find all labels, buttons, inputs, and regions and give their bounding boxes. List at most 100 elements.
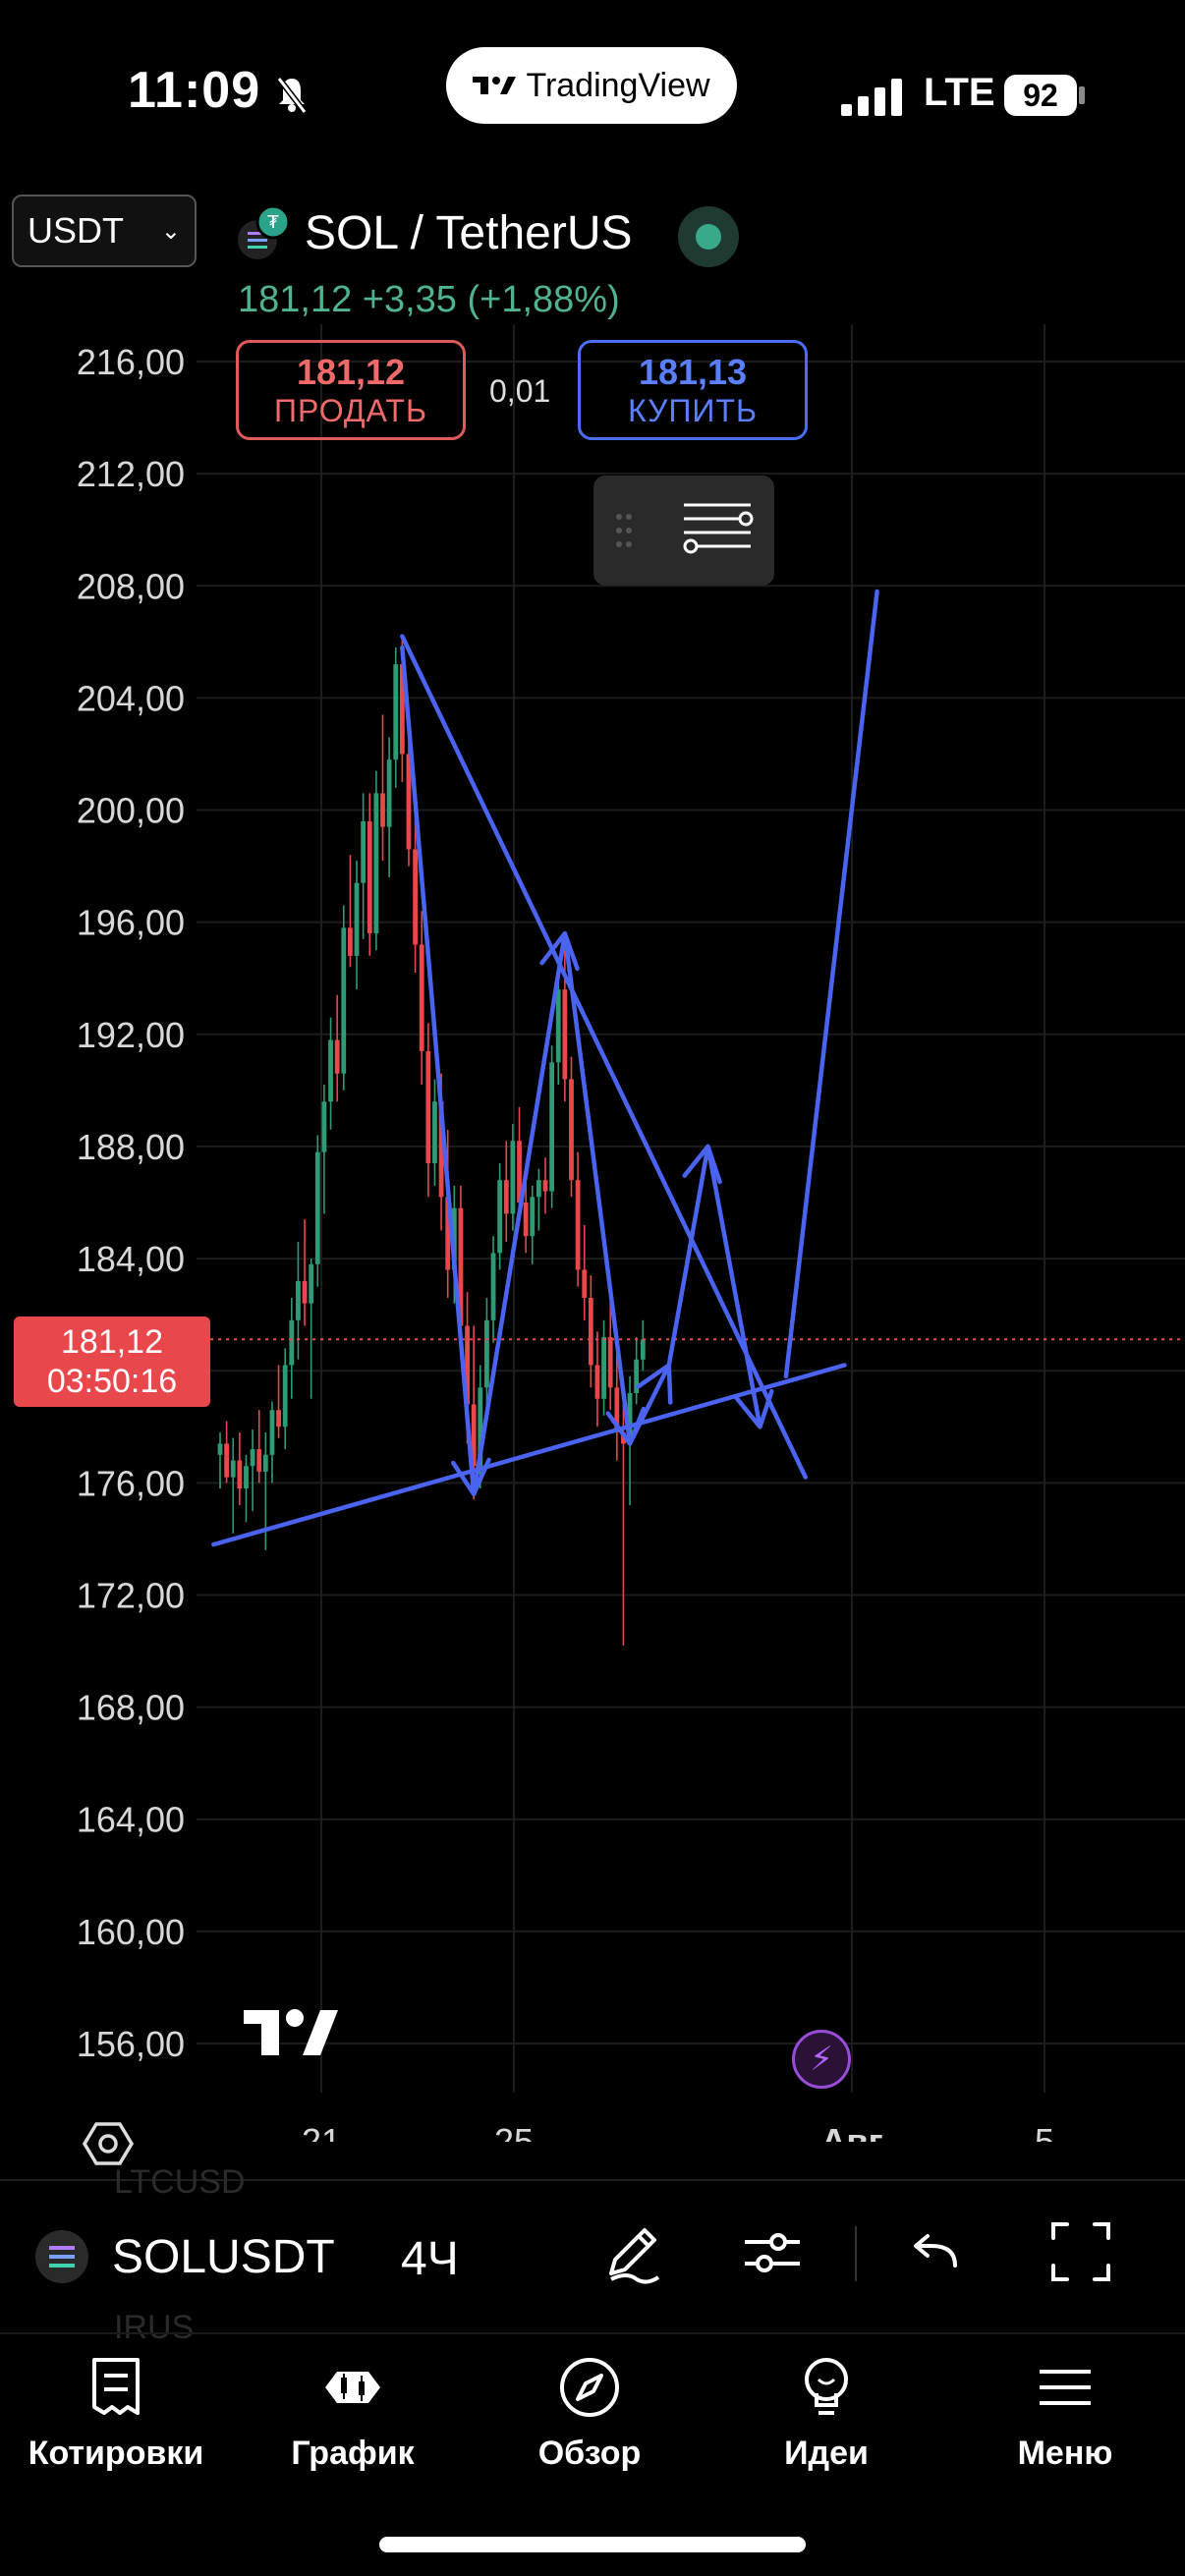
y-tick-label: 168,00 — [77, 1688, 185, 1728]
y-tick-label: 164,00 — [77, 1800, 185, 1840]
candle-countdown: 03:50:16 — [46, 1363, 178, 1400]
home-indicator — [379, 2537, 806, 2552]
compass-icon — [560, 2358, 619, 2417]
candle-down — [607, 1336, 613, 1388]
candle-up — [484, 1319, 489, 1388]
y-tick-label: 176,00 — [77, 1463, 185, 1503]
tab-ideas[interactable]: Идеи — [728, 2348, 925, 2473]
y-tick-label: 188,00 — [77, 1127, 185, 1167]
candle-down — [276, 1410, 281, 1428]
app-pill-label: TradingView — [526, 66, 710, 104]
lightbulb-icon — [805, 2358, 848, 2415]
price-chart[interactable]: 216,00 212,00 208,00 204,00 200,00 196,00 192,… — [0, 295, 1185, 2142]
tradingview-logo-icon — [473, 77, 517, 94]
candle-down — [367, 820, 372, 934]
tab-overview[interactable]: Обзор — [491, 2348, 688, 2473]
tab-menu[interactable]: Меню — [967, 2348, 1163, 2473]
symbol-selector[interactable]: SOLUSDT — [112, 2230, 335, 2284]
bell-muted-icon — [277, 77, 307, 114]
candle-up — [269, 1410, 275, 1455]
candle-up — [536, 1180, 541, 1198]
timeframe-selector[interactable]: 4Ч — [401, 2232, 459, 2286]
market-status-dot[interactable] — [678, 206, 739, 267]
candle-up — [640, 1339, 646, 1360]
trend-line — [211, 1363, 847, 1547]
y-tick-label: 160,00 — [77, 1912, 185, 1952]
candle-down — [413, 849, 418, 945]
ghost-symbol-above: LTCUSD — [114, 2163, 246, 2201]
candle-up — [361, 820, 367, 883]
price-change-line: 181,12 +3,35 (+1,88%) — [238, 279, 620, 320]
current-price-tag: 181,12 03:50:16 — [14, 1316, 210, 1407]
candle-down — [237, 1460, 243, 1489]
candle-down — [523, 1203, 529, 1237]
candle-up — [530, 1197, 536, 1237]
candle-up — [328, 1039, 333, 1102]
y-tick-label: 192,00 — [77, 1015, 185, 1055]
candle-up — [490, 1253, 496, 1320]
candle-down — [348, 927, 353, 956]
y-tick-label: 216,00 — [77, 342, 185, 382]
y-tick-label: 200,00 — [77, 791, 185, 831]
indicators-panel-button[interactable] — [593, 476, 774, 586]
tab-chart[interactable]: График — [254, 2348, 451, 2473]
candle-up — [244, 1466, 249, 1489]
candle-up — [217, 1443, 223, 1455]
x-tick-label: 5 — [1035, 2121, 1054, 2142]
candle-up — [296, 1280, 301, 1320]
candle-up — [373, 793, 379, 934]
sell-price: 181,12 — [296, 351, 406, 392]
tab-quotes[interactable]: Котировки — [18, 2348, 214, 2473]
currency-value: USDT — [28, 210, 124, 251]
status-time: 11:09 — [128, 62, 261, 119]
x-tick-label: 25 — [494, 2121, 534, 2142]
candle-up — [432, 1101, 437, 1164]
candle-up — [393, 664, 399, 760]
currency-select[interactable]: USDT ⌄ — [12, 195, 197, 267]
candle-down — [542, 1180, 548, 1192]
sell-button[interactable]: 181,12 ПРОДАТЬ — [236, 340, 466, 440]
candle-up — [250, 1449, 255, 1467]
candle-down — [582, 1269, 588, 1299]
battery-indicator: 92 — [1004, 75, 1077, 116]
tab-label: Меню — [1017, 2435, 1113, 2472]
candle-up — [601, 1336, 606, 1399]
symbol-coin-icon[interactable] — [35, 2230, 88, 2283]
sol-usdt-coin-icon[interactable]: ₮ — [236, 204, 293, 261]
candle-down — [569, 1079, 574, 1181]
tab-label: Идеи — [784, 2435, 869, 2472]
chart-settings-icon[interactable] — [83, 2118, 134, 2169]
fullscreen-icon[interactable] — [1045, 2216, 1116, 2287]
undo-icon[interactable] — [902, 2216, 973, 2287]
pair-title[interactable]: SOL / TetherUS — [305, 206, 633, 260]
y-tick-label: 196,00 — [77, 903, 185, 943]
candle-down — [562, 989, 568, 1080]
candle-down — [594, 1365, 600, 1399]
candle-down — [425, 1050, 431, 1164]
candle-up — [341, 927, 347, 1074]
candle-up — [321, 1101, 327, 1152]
buy-button[interactable]: 181,13 КУПИТЬ — [578, 340, 808, 440]
candle-down — [256, 1449, 262, 1472]
candle-down — [503, 1180, 509, 1214]
hamburger-menu-icon — [1040, 2370, 1091, 2405]
candle-up — [510, 1141, 516, 1214]
x-tick-label: 21 — [302, 2121, 341, 2142]
candle-up — [282, 1365, 288, 1428]
signal-icon — [841, 79, 902, 116]
x-tick-label: Авг — [820, 2121, 882, 2142]
tab-label: Обзор — [537, 2435, 642, 2472]
candle-down — [419, 944, 424, 1051]
candle-up — [497, 1180, 503, 1254]
tradingview-pill[interactable]: TradingView — [446, 47, 737, 124]
indicators-sliders-icon[interactable] — [737, 2216, 808, 2287]
candle-down — [224, 1443, 230, 1478]
quotes-list-icon — [92, 2358, 140, 2415]
y-tick-label: 184,00 — [77, 1239, 185, 1279]
candle-down — [334, 1039, 340, 1074]
svg-text:₮: ₮ — [267, 212, 279, 233]
ghost-symbol-below: IRUS — [114, 2309, 195, 2346]
y-tick-label: 204,00 — [77, 678, 185, 718]
drawing-pen-icon[interactable] — [597, 2216, 668, 2287]
lightning-icon[interactable]: ⚡ — [792, 2030, 851, 2089]
